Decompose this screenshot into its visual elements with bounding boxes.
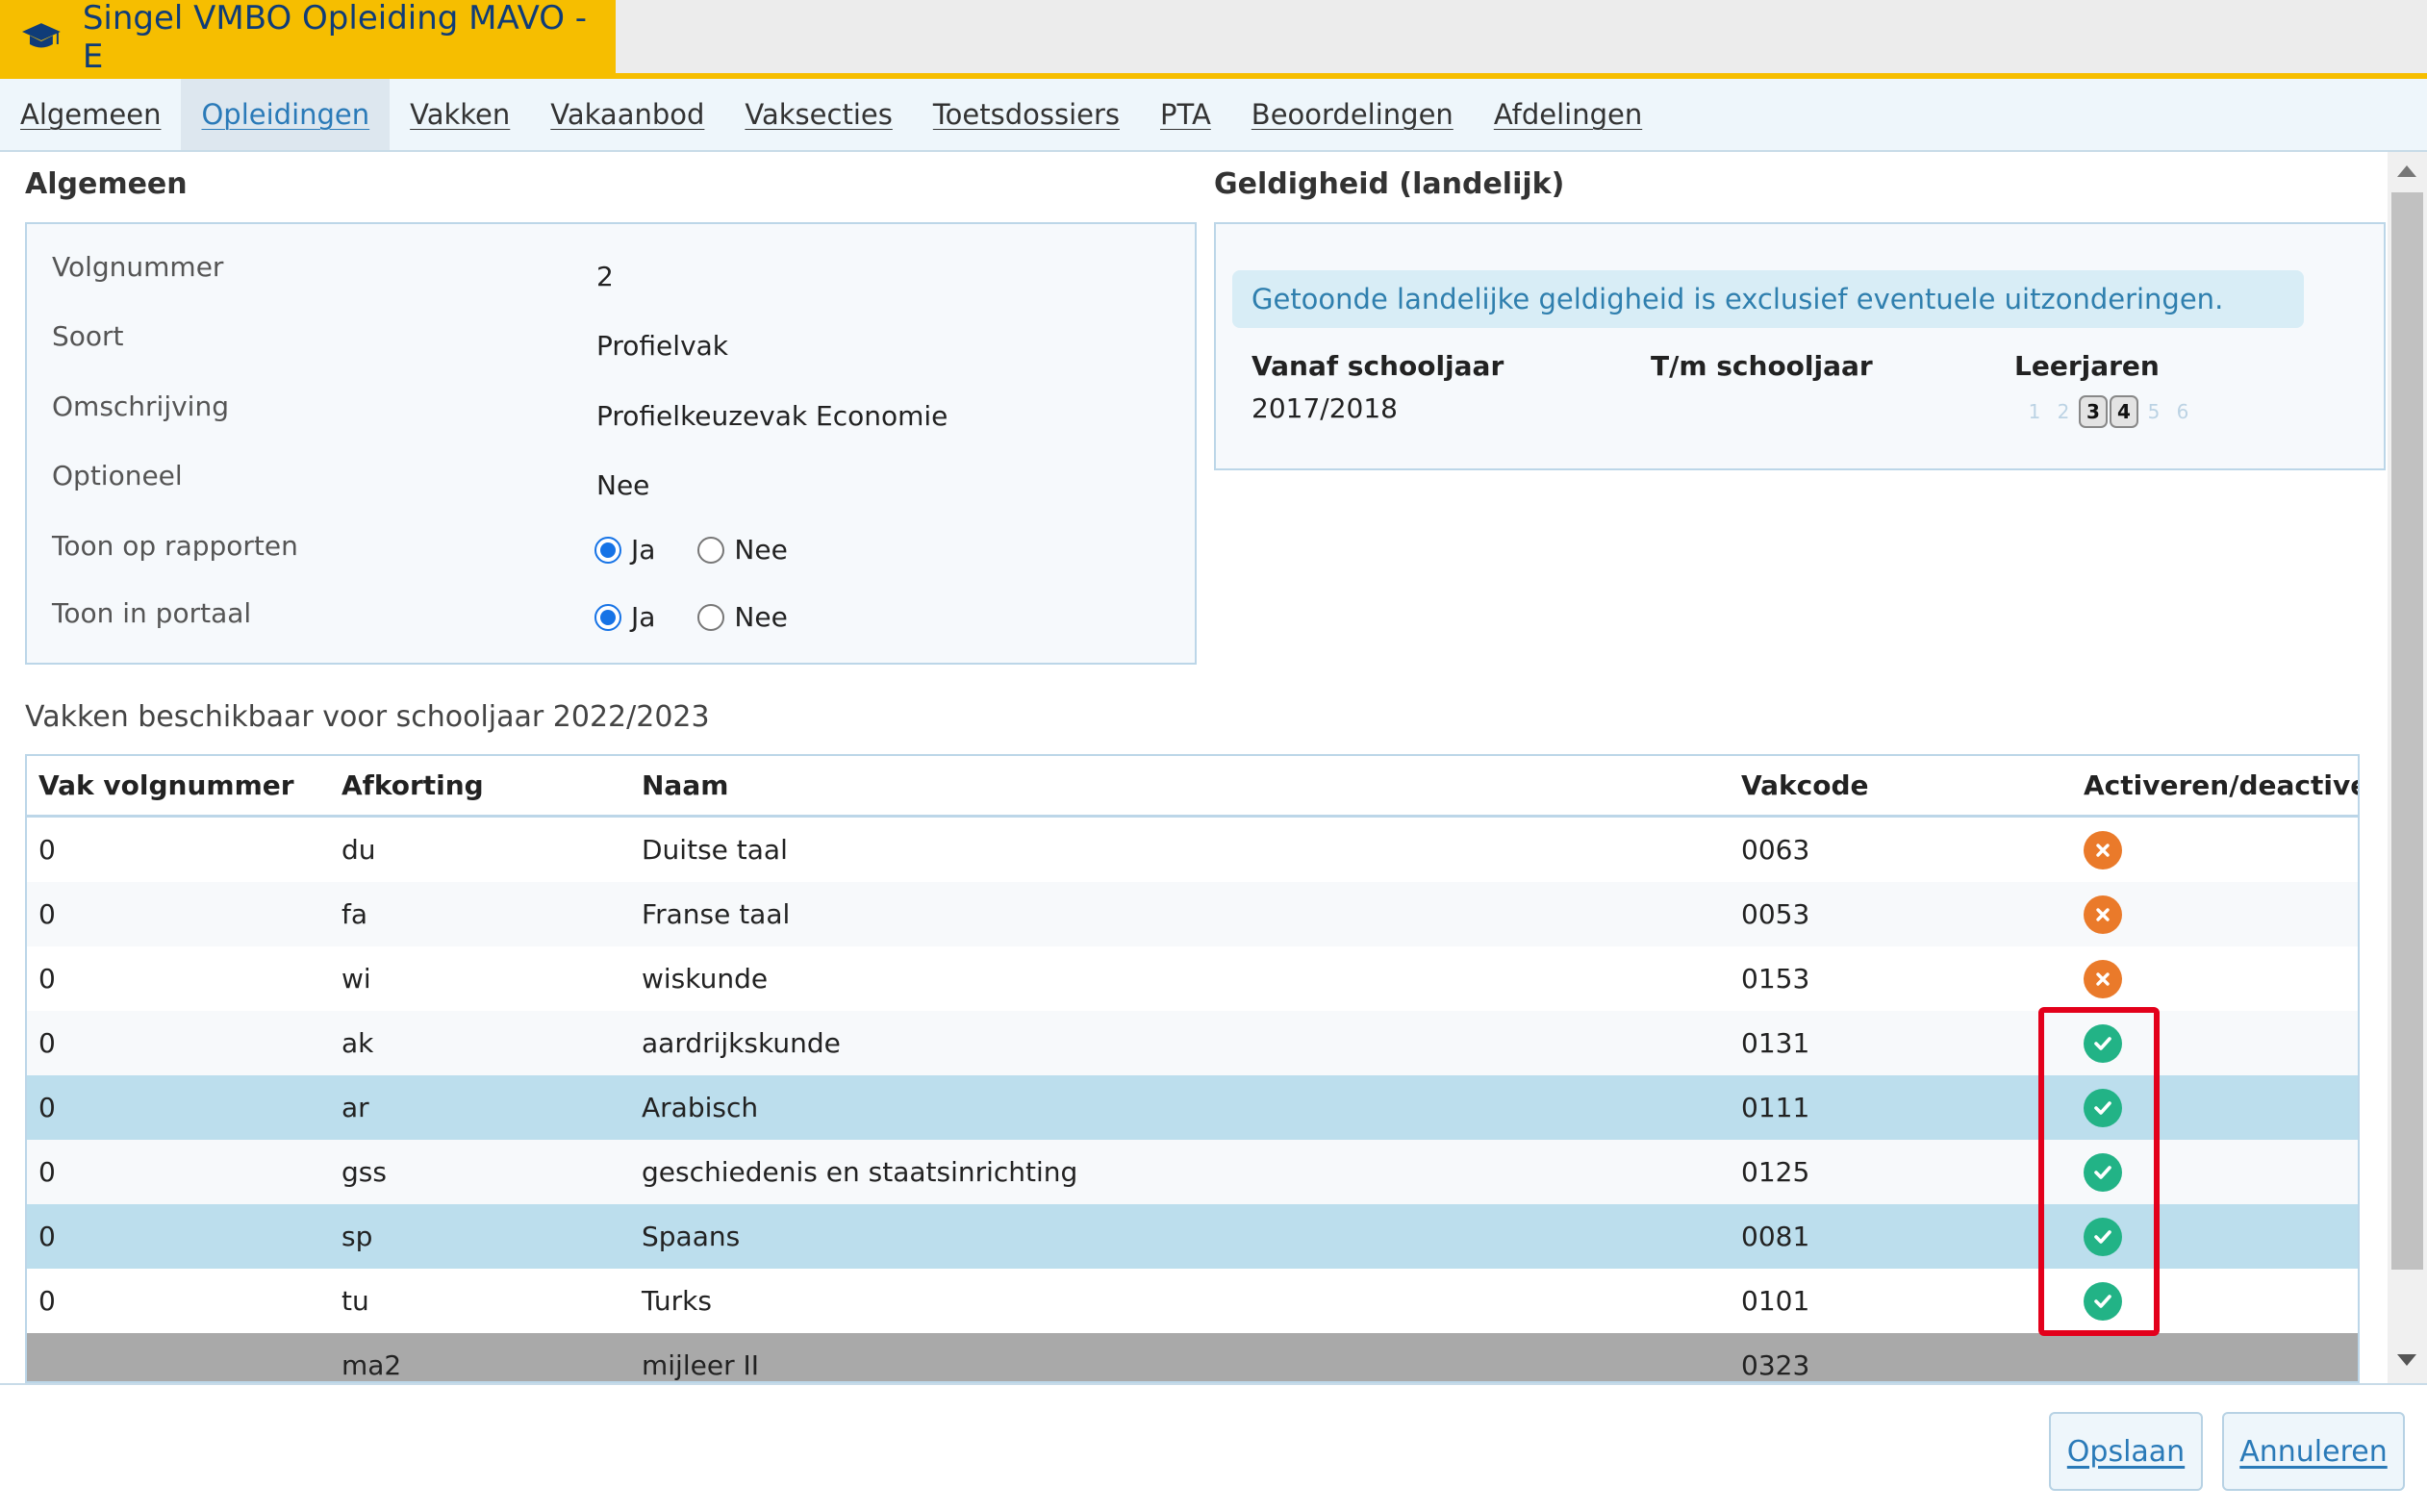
col-activeren-deactiveren[interactable]: Activeren/deactiveren <box>2084 769 2358 801</box>
vakken-table: Vak volgnummer Afkorting Naam Vakcode Ac… <box>25 754 2360 1383</box>
tab-bar: Algemeen Opleidingen Vakken Vakaanbod Va… <box>0 79 2427 152</box>
soort-label: Soort <box>52 320 124 352</box>
scroll-up-icon[interactable] <box>2397 165 2416 177</box>
toon-op-rapporten-nee[interactable]: Nee <box>697 534 788 566</box>
leerjaren-list: 1 2 3 4 5 6 <box>2020 395 2197 428</box>
toon-in-portaal-radio-group: Ja Nee <box>594 601 830 633</box>
tm-schooljaar-header: T/m schooljaar <box>1651 350 1873 382</box>
soort-value: Profielvak <box>596 330 729 362</box>
table-row[interactable]: ma2 mijleer II 0323 <box>27 1333 2358 1381</box>
leerjaar-3: 3 <box>2079 395 2108 428</box>
graduation-cap-icon <box>21 23 61 48</box>
table-row[interactable]: 0 gss geschiedenis en staatsinrichting 0… <box>27 1140 2358 1204</box>
col-vak-volgnummer[interactable]: Vak volgnummer <box>38 769 294 801</box>
radio-checked-icon[interactable] <box>594 536 621 564</box>
vakken-section-title: Vakken beschikbaar voor schooljaar 2022/… <box>25 700 710 734</box>
leerjaar-6: 6 <box>2176 400 2189 423</box>
leerjaar-1: 1 <box>2028 400 2041 423</box>
volgnummer-value: 2 <box>596 261 614 292</box>
toon-in-portaal-label: Toon in portaal <box>52 597 252 629</box>
toon-op-rapporten-label: Toon op rapporten <box>52 530 298 562</box>
tab-pta[interactable]: PTA <box>1140 79 1231 150</box>
geldigheid-section-title: Geldigheid (landelijk) <box>1214 167 1565 201</box>
optioneel-label: Optioneel <box>52 460 183 491</box>
optioneel-value: Nee <box>596 469 650 501</box>
deactivate-x-icon[interactable] <box>2084 959 2122 998</box>
table-row[interactable]: 0 sp Spaans 0081 <box>27 1204 2358 1269</box>
tab-vakken[interactable]: Vakken <box>390 79 530 150</box>
col-afkorting[interactable]: Afkorting <box>341 769 484 801</box>
table-row[interactable]: 0 wi wiskunde 0153 <box>27 946 2358 1011</box>
vanaf-schooljaar-value: 2017/2018 <box>1251 392 1398 424</box>
toon-op-rapporten-radio-group: Ja Nee <box>594 534 830 566</box>
vanaf-schooljaar-header: Vanaf schooljaar <box>1251 350 1504 382</box>
radio-checked-icon[interactable] <box>594 603 621 631</box>
table-row[interactable]: 0 tu Turks 0101 <box>27 1269 2358 1333</box>
col-vakcode[interactable]: Vakcode <box>1741 769 1869 801</box>
deactivate-x-icon[interactable] <box>2084 830 2122 869</box>
leerjaar-2: 2 <box>2057 400 2070 423</box>
omschrijving-label: Omschrijving <box>52 391 229 422</box>
leerjaren-header: Leerjaren <box>2014 350 2160 382</box>
table-header: Vak volgnummer Afkorting Naam Vakcode Ac… <box>27 756 2358 818</box>
toon-op-rapporten-ja[interactable]: Ja <box>594 534 655 566</box>
cancel-button[interactable]: Annuleren <box>2222 1412 2405 1491</box>
tab-beoordelingen[interactable]: Beoordelingen <box>1231 79 1474 150</box>
highlight-annotation <box>2038 1007 2160 1336</box>
geldigheid-panel <box>1214 222 2386 470</box>
tab-vakaanbod[interactable]: Vakaanbod <box>530 79 724 150</box>
leerjaar-5: 5 <box>2147 400 2161 423</box>
col-naam[interactable]: Naam <box>642 769 728 801</box>
algemeen-panel: Volgnummer 2 Soort Profielvak Omschrijvi… <box>25 222 1197 665</box>
algemeen-section-title: Algemeen <box>25 167 188 201</box>
geldigheid-info-message: Getoonde landelijke geldigheid is exclus… <box>1232 270 2304 328</box>
save-button[interactable]: Opslaan <box>2049 1412 2203 1491</box>
tab-toetsdossiers[interactable]: Toetsdossiers <box>913 79 1140 150</box>
table-row[interactable]: 0 du Duitse taal 0063 <box>27 818 2358 882</box>
window-title-tab: Singel VMBO Opleiding MAVO - E <box>0 0 616 76</box>
table-row[interactable]: 0 fa Franse taal 0053 <box>27 882 2358 946</box>
omschrijving-value: Profielkeuzevak Economie <box>596 400 948 432</box>
tab-vaksecties[interactable]: Vaksecties <box>724 79 912 150</box>
deactivate-x-icon[interactable] <box>2084 895 2122 934</box>
volgnummer-label: Volgnummer <box>52 251 224 283</box>
leerjaar-4: 4 <box>2110 395 2138 428</box>
table-row[interactable]: 0 ak aardrijkskunde 0131 <box>27 1011 2358 1075</box>
window-title: Singel VMBO Opleiding MAVO - E <box>82 0 588 76</box>
scroll-down-icon[interactable] <box>2397 1354 2416 1366</box>
toon-in-portaal-nee[interactable]: Nee <box>697 601 788 633</box>
tab-algemeen[interactable]: Algemeen <box>0 79 181 150</box>
toon-in-portaal-ja[interactable]: Ja <box>594 601 655 633</box>
radio-unchecked-icon[interactable] <box>697 603 725 631</box>
radio-unchecked-icon[interactable] <box>697 536 725 564</box>
scrollbar-thumb[interactable] <box>2391 192 2423 1270</box>
table-row[interactable]: 0 ar Arabisch 0111 <box>27 1075 2358 1140</box>
dialog-footer: Opslaan Annuleren <box>0 1383 2427 1512</box>
title-bar: Singel VMBO Opleiding MAVO - E <box>0 0 2427 79</box>
tab-afdelingen[interactable]: Afdelingen <box>1474 79 1662 150</box>
tab-opleidingen[interactable]: Opleidingen <box>181 79 391 150</box>
